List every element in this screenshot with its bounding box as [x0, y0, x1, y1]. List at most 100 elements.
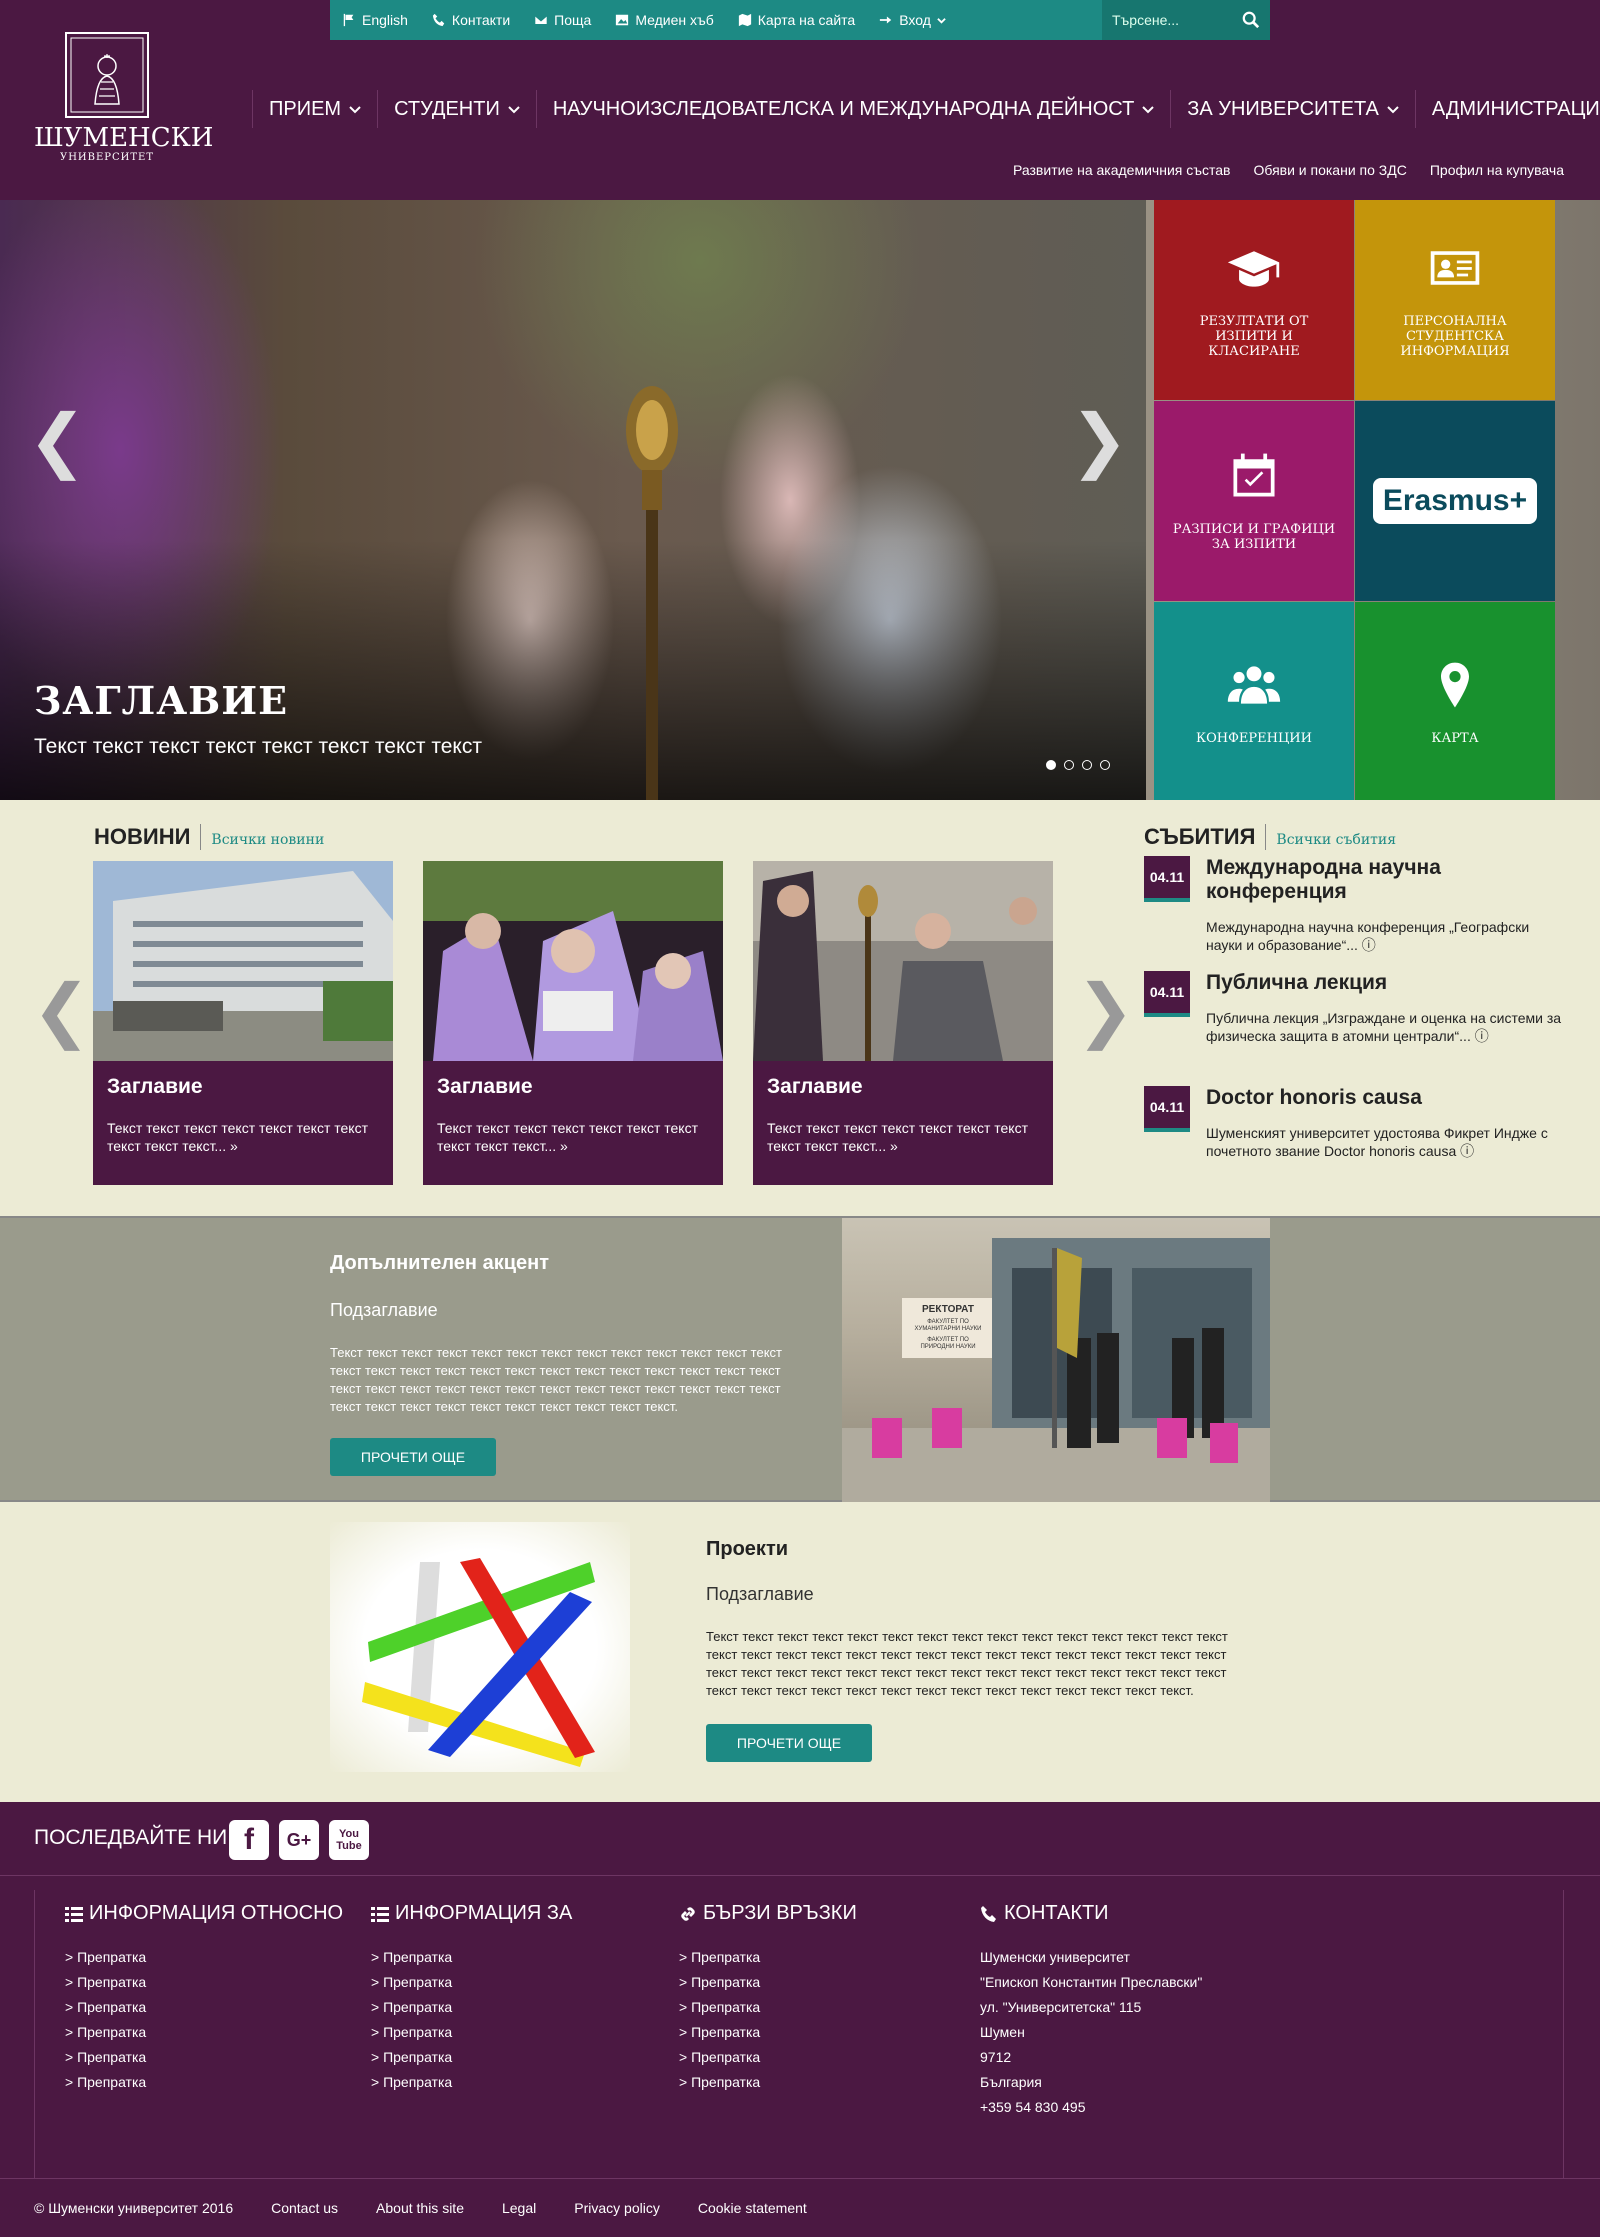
- nav-research[interactable]: НАУЧНОИЗСЛЕДОВАТЕЛСКА И МЕЖДУНАРОДНА ДЕЙ…: [537, 90, 1172, 128]
- nav-admission-label: ПРИЕМ: [269, 97, 342, 120]
- contact-phone[interactable]: +359 54 830 495: [980, 2095, 1202, 2120]
- search-input[interactable]: [1112, 12, 1232, 28]
- footer-privacy-link[interactable]: Privacy policy: [574, 2200, 660, 2216]
- footer-link[interactable]: > Препратка: [65, 2020, 343, 2045]
- sign-rectorate: РЕКТОРАТ: [922, 1304, 974, 1315]
- footer-link[interactable]: > Препратка: [679, 1970, 857, 1995]
- hero-dot[interactable]: [1046, 760, 1056, 770]
- university-logo[interactable]: ШУМЕНСКИ УНИВЕРСИТЕТ: [34, 32, 213, 172]
- event-title: Публична лекция: [1206, 971, 1388, 994]
- event-item[interactable]: 04.11 Международна научна конференция Ме…: [1144, 856, 1564, 954]
- footer-link[interactable]: > Препратка: [679, 2020, 857, 2045]
- footer-link[interactable]: > Препратка: [679, 2045, 857, 2070]
- footer-about-link[interactable]: About this site: [376, 2200, 464, 2216]
- footer-link[interactable]: > Препратка: [371, 2070, 572, 2095]
- event-item[interactable]: 04.11 Doctor honoris causa Шуменският ун…: [1144, 1086, 1564, 1160]
- secnav-academic-staff[interactable]: Развитие на академичния състав: [1013, 162, 1230, 178]
- nav-administration[interactable]: АДМИНИСТРАЦИЯ: [1416, 90, 1600, 128]
- event-title: Международна научна конференция: [1206, 856, 1441, 903]
- news-section: НОВИНИ Всички новини ❮ ❯ Заглавие Текст …: [0, 800, 1600, 1216]
- footer-link[interactable]: > Препратка: [679, 1945, 857, 1970]
- saint-portrait-icon: [70, 37, 144, 113]
- utility-contacts-label: Контакти: [451, 12, 511, 28]
- footer-link[interactable]: > Препратка: [65, 2070, 343, 2095]
- users-icon: [1227, 665, 1281, 704]
- list-icon: [65, 1906, 83, 1922]
- footer-link[interactable]: > Препратка: [371, 2045, 572, 2070]
- news-header: НОВИНИ Всички новини: [94, 824, 324, 850]
- youtube-icon[interactable]: You Tube: [329, 1820, 369, 1860]
- facebook-icon[interactable]: f: [229, 1820, 269, 1860]
- footer-link[interactable]: > Препратка: [679, 1995, 857, 2020]
- nav-students-label: СТУДЕНТИ: [394, 97, 500, 120]
- utility-sitemap[interactable]: Карта на сайта: [726, 0, 867, 40]
- secnav-buyer-profile[interactable]: Профил на купувача: [1430, 162, 1564, 178]
- event-text: Публична лекция „Изграждане и оценка на …: [1206, 1010, 1562, 1044]
- tile-erasmus[interactable]: Erasmus+: [1355, 401, 1555, 601]
- news-prev-arrow[interactable]: ❮: [32, 975, 91, 1045]
- follow-label: ПОСЛЕДВАЙТЕ НИ: [34, 1826, 228, 1849]
- event-item[interactable]: 04.11 Публична лекция Публична лекция „И…: [1144, 971, 1564, 1045]
- utility-mail[interactable]: Поща: [522, 0, 603, 40]
- footer-link[interactable]: > Препратка: [65, 1945, 343, 1970]
- utility-login-label: Вход: [899, 12, 931, 28]
- id-card-icon: [1430, 250, 1480, 285]
- footer-cookie-link[interactable]: Cookie statement: [698, 2200, 807, 2216]
- hero-dot[interactable]: [1064, 760, 1074, 770]
- footer-link[interactable]: > Препратка: [371, 1970, 572, 1995]
- news-card[interactable]: Заглавие Текст текст текст текст текст т…: [753, 861, 1053, 1185]
- nav-students[interactable]: СТУДЕНТИ: [378, 90, 537, 128]
- map-marker-icon: [1441, 662, 1469, 707]
- chevron-down-icon: [508, 106, 520, 114]
- phone-icon: [981, 1905, 996, 1922]
- tile-schedules[interactable]: РАЗПИСИ И ГРАФИЦИ ЗА ИЗПИТИ: [1154, 401, 1354, 601]
- rectorate-sign: РЕКТОРАТ ФАКУЛТЕТ ПО ХУМАНИТАРНИ НАУКИ Ф…: [912, 1304, 984, 1351]
- news-next-arrow[interactable]: ❯: [1076, 975, 1135, 1045]
- tile-student-info[interactable]: ПЕРСОНАЛНА СТУДЕНТСКА ИНФОРМАЦИЯ: [1355, 200, 1555, 400]
- contact-line: България: [980, 2074, 1042, 2090]
- footer-col-info-about: ИНФОРМАЦИЯ ОТНОСНО > Препратка > Препрат…: [65, 1890, 343, 2095]
- tile-map[interactable]: КАРТА: [1355, 602, 1555, 800]
- google-plus-icon[interactable]: G+: [279, 1820, 319, 1860]
- hero-dot[interactable]: [1100, 760, 1110, 770]
- logo-subtitle: УНИВЕРСИТЕТ: [59, 152, 155, 163]
- secnav-announcements[interactable]: Обяви и покани по ЗДС: [1253, 162, 1406, 178]
- projects-read-more-button[interactable]: ПРОЧЕТИ ОЩЕ: [706, 1724, 872, 1762]
- hero-caption: ЗАГЛАВИЕ Текст текст текст текст текст т…: [34, 678, 482, 759]
- contact-line: "Епископ Константин Преславски": [980, 1974, 1203, 1990]
- hero-prev-arrow[interactable]: ❮: [28, 405, 87, 475]
- nav-admission[interactable]: ПРИЕМ: [253, 90, 379, 128]
- footer-legal-link[interactable]: Legal: [502, 2200, 536, 2216]
- footer-col-heading: БЪРЗИ ВРЪЗКИ: [679, 1902, 857, 1925]
- news-card[interactable]: Заглавие Текст текст текст текст текст т…: [93, 861, 393, 1185]
- news-card[interactable]: Заглавие Текст текст текст текст текст т…: [423, 861, 723, 1185]
- all-news-link[interactable]: Всички новини: [211, 832, 324, 848]
- quick-tiles: РЕЗУЛТАТИ ОТ ИЗПИТИ И КЛАСИРАНЕ ПЕРСОНАЛ…: [1154, 200, 1555, 800]
- all-events-link[interactable]: Всички събития: [1276, 832, 1396, 848]
- utility-contacts[interactable]: Контакти: [420, 0, 522, 40]
- utility-english[interactable]: English: [330, 0, 420, 40]
- utility-media[interactable]: Медиен хъб: [603, 0, 725, 40]
- hero-next-arrow[interactable]: ❯: [1070, 405, 1129, 475]
- accent-read-more-button[interactable]: ПРОЧЕТИ ОЩЕ: [330, 1438, 496, 1476]
- footer-link[interactable]: > Препратка: [371, 1995, 572, 2020]
- footer-link[interactable]: > Препратка: [65, 1995, 343, 2020]
- nav-about[interactable]: ЗА УНИВЕРСИТЕТА: [1171, 90, 1416, 128]
- tile-conferences[interactable]: КОНФЕРЕНЦИИ: [1154, 602, 1354, 800]
- copyright-text: © Шуменски университет 2016: [34, 2200, 234, 2216]
- secondary-navigation: Развитие на академичния състав Обяви и п…: [1013, 162, 1564, 178]
- footer-link[interactable]: > Препратка: [679, 2070, 857, 2095]
- hero-dot[interactable]: [1082, 760, 1092, 770]
- footer-link[interactable]: > Препратка: [65, 1970, 343, 1995]
- envelope-icon: [534, 15, 548, 25]
- chevron-down-icon: [1142, 106, 1155, 114]
- tile-exam-results[interactable]: РЕЗУЛТАТИ ОТ ИЗПИТИ И КЛАСИРАНЕ: [1154, 200, 1354, 400]
- footer-link[interactable]: > Препратка: [371, 1945, 572, 1970]
- news-card-text: Текст текст текст текст текст текст текс…: [437, 1120, 698, 1154]
- footer-link[interactable]: > Препратка: [65, 2045, 343, 2070]
- footer-link[interactable]: > Препратка: [371, 2020, 572, 2045]
- search-icon[interactable]: [1242, 11, 1260, 29]
- tile-map-label: КАРТА: [1431, 730, 1479, 746]
- footer-contact-link[interactable]: Contact us: [271, 2200, 338, 2216]
- utility-login[interactable]: Вход: [867, 0, 958, 40]
